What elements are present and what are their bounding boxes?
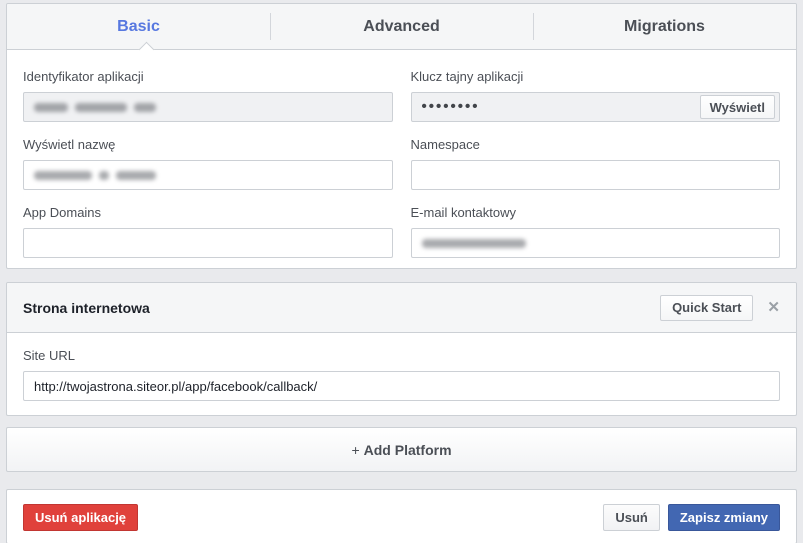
display-name-input[interactable] bbox=[23, 160, 393, 190]
app-domains-label: App Domains bbox=[23, 205, 102, 220]
tab-basic[interactable]: Basic bbox=[7, 4, 270, 49]
website-section-title: Strona internetowa bbox=[23, 299, 150, 316]
redacted-text bbox=[421, 238, 526, 248]
app-settings-page: Basic Advanced Migrations Identyfikator … bbox=[0, 0, 803, 543]
redacted-text bbox=[34, 170, 92, 180]
quick-start-button[interactable]: Quick Start bbox=[660, 294, 754, 321]
plus-icon: + bbox=[351, 441, 360, 458]
close-icon[interactable]: ✕ bbox=[767, 300, 780, 315]
redacted-text bbox=[99, 170, 109, 180]
tab-migrations[interactable]: Migrations bbox=[533, 4, 796, 49]
tab-basic-label: Basic bbox=[117, 17, 160, 35]
redacted-text bbox=[75, 102, 127, 112]
site-url-input[interactable] bbox=[23, 371, 780, 401]
show-secret-button[interactable]: Wyświetl bbox=[699, 95, 775, 119]
field-namespace: Namespace bbox=[410, 136, 780, 190]
tab-advanced[interactable]: Advanced bbox=[270, 4, 533, 49]
website-section-header: Strona internetowa Quick Start ✕ bbox=[7, 283, 796, 333]
field-contact-email: E-mail kontaktowy bbox=[410, 204, 780, 258]
namespace-input[interactable] bbox=[410, 160, 780, 190]
delete-app-button[interactable]: Usuń aplikację bbox=[23, 504, 139, 531]
field-app-secret: Klucz tajny aplikacji •••••••• Wyświetl bbox=[410, 68, 780, 122]
app-domains-input[interactable] bbox=[23, 228, 393, 258]
tab-bar: Basic Advanced Migrations bbox=[7, 4, 796, 58]
display-name-label: Wyświetl nazwę bbox=[23, 137, 116, 152]
app-secret-label: Klucz tajny aplikacji bbox=[410, 69, 524, 84]
tab-advanced-label: Advanced bbox=[363, 17, 440, 35]
app-id-label: Identyfikator aplikacji bbox=[23, 69, 144, 84]
redacted-text bbox=[116, 170, 156, 180]
app-secret-masked-value: •••••••• bbox=[421, 98, 480, 115]
basic-settings-form: Identyfikator aplikacji Klucz tajny apli… bbox=[7, 50, 796, 268]
contact-email-input[interactable] bbox=[410, 228, 780, 258]
delete-button[interactable]: Usuń bbox=[603, 504, 660, 531]
app-secret-input: •••••••• Wyświetl bbox=[410, 92, 780, 122]
website-platform-card: Strona internetowa Quick Start ✕ Site UR… bbox=[6, 282, 797, 416]
redacted-text bbox=[34, 102, 68, 112]
redacted-text bbox=[134, 102, 156, 112]
save-changes-button[interactable]: Zapisz zmiany bbox=[667, 504, 780, 531]
settings-card: Basic Advanced Migrations Identyfikator … bbox=[6, 3, 797, 269]
field-app-id: Identyfikator aplikacji bbox=[23, 68, 393, 122]
action-bar: Usuń aplikację Usuń Zapisz zmiany bbox=[6, 489, 797, 543]
field-app-domains: App Domains bbox=[23, 204, 393, 258]
app-id-input bbox=[23, 92, 393, 122]
site-url-label: Site URL bbox=[23, 348, 76, 363]
add-platform-button[interactable]: + Add Platform bbox=[6, 427, 797, 472]
namespace-label: Namespace bbox=[410, 137, 480, 152]
website-section-body: Site URL bbox=[7, 333, 796, 415]
add-platform-label: Add Platform bbox=[363, 441, 452, 458]
tab-migrations-label: Migrations bbox=[624, 17, 705, 35]
contact-email-label: E-mail kontaktowy bbox=[410, 205, 516, 220]
field-display-name: Wyświetl nazwę bbox=[23, 136, 393, 190]
